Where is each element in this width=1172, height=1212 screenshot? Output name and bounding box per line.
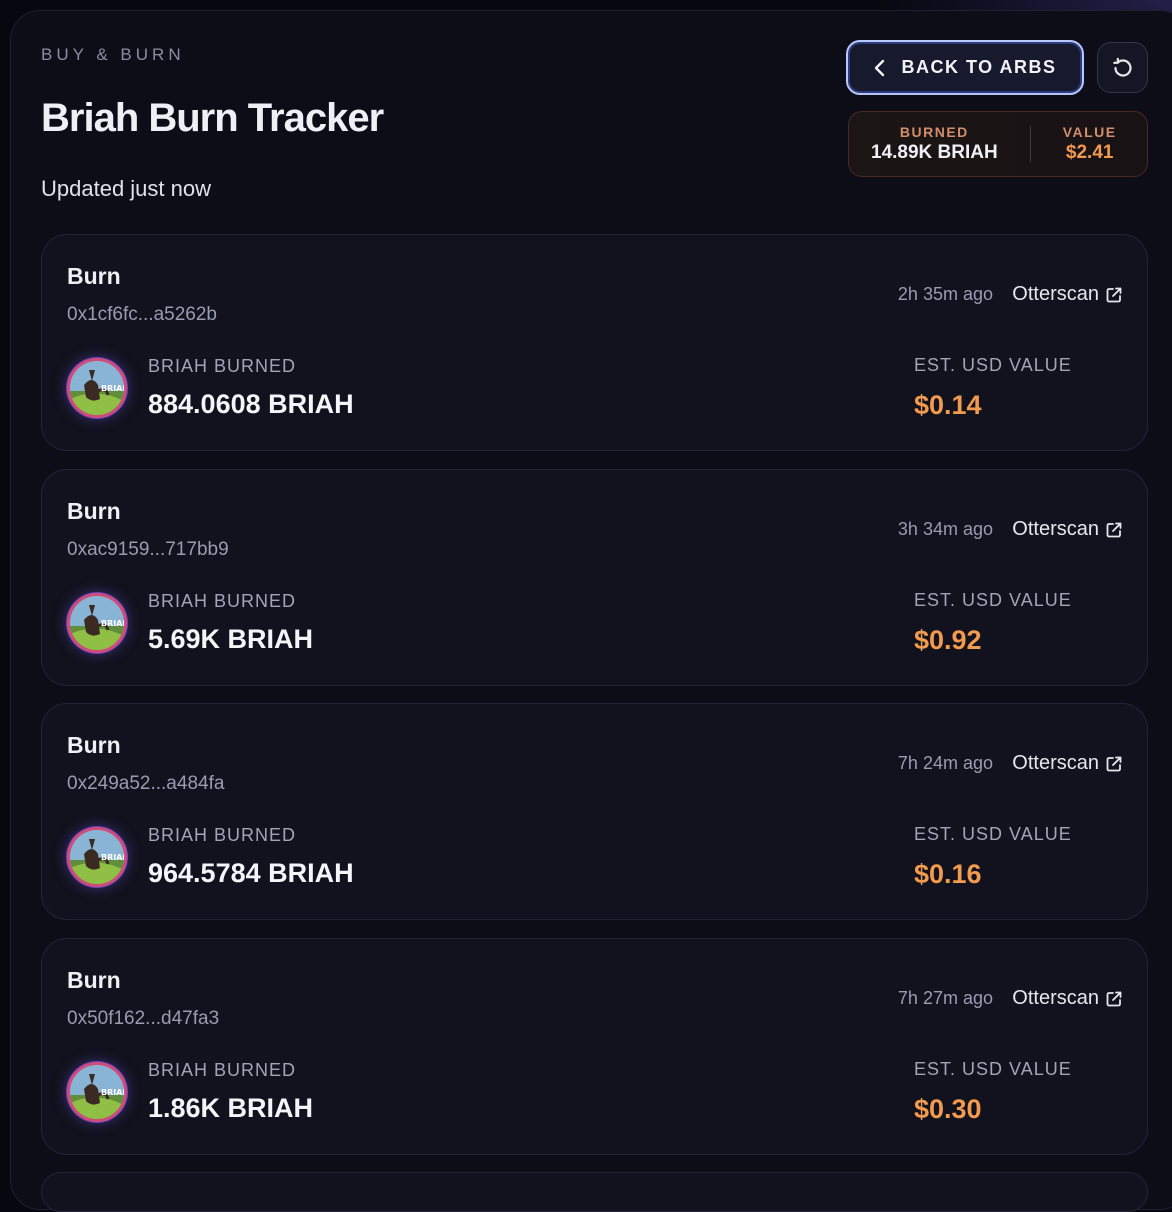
tx-hash: 0x50f162...d47fa3 bbox=[67, 1008, 220, 1029]
back-button-label: BACK TO ARBS bbox=[901, 57, 1057, 77]
otterscan-link-label: Otterscan bbox=[1012, 518, 1099, 540]
burn-card: Burn 0xac9159...717bb9 3h 34m ago Otters… bbox=[41, 469, 1148, 686]
otterscan-link[interactable]: Otterscan bbox=[1012, 987, 1123, 1010]
usd-value: $0.30 bbox=[914, 1094, 982, 1124]
briah-burned-amount: 1.86K BRIAH bbox=[148, 1093, 314, 1123]
briah-burned-label: BRIAH BURNED bbox=[148, 591, 297, 611]
back-to-arbs-button[interactable]: BACK TO ARBS bbox=[846, 40, 1084, 95]
external-link-icon bbox=[1106, 522, 1122, 537]
usd-value-label: EST. USD VALUE bbox=[914, 590, 1072, 610]
summary-burned-value: 14.89K BRIAH bbox=[871, 142, 998, 163]
summary-value-amount: $2.41 bbox=[1065, 142, 1114, 163]
summary-value-label: VALUE bbox=[1062, 124, 1117, 140]
burn-type: Burn bbox=[67, 498, 121, 524]
summary-burned: BURNED 14.89K BRIAH bbox=[871, 124, 998, 164]
briah-burned-label: BRIAH BURNED bbox=[148, 825, 297, 845]
section-eyebrow: BUY & BURN bbox=[41, 45, 185, 64]
burn-summary-badge: BURNED 14.89K BRIAH VALUE $2.41 bbox=[848, 111, 1148, 177]
tx-hash: 0x249a52...a484fa bbox=[67, 773, 225, 794]
burn-time: 7h 24m ago bbox=[897, 753, 993, 773]
burn-card: Burn 0x50f162...d47fa3 7h 27m ago Otters… bbox=[41, 938, 1148, 1155]
external-link-icon bbox=[1106, 991, 1122, 1006]
briah-token-avatar: BRIAH bbox=[67, 1062, 127, 1122]
otterscan-link-label: Otterscan bbox=[1012, 987, 1099, 1009]
otterscan-link[interactable]: Otterscan bbox=[1012, 752, 1123, 775]
briah-burned-amount: 964.5784 BRIAH bbox=[148, 858, 354, 888]
summary-burned-label: BURNED bbox=[899, 124, 969, 140]
briah-burned-amount: 5.69K BRIAH bbox=[148, 624, 314, 654]
chevron-left-icon bbox=[875, 59, 885, 76]
tx-hash: 0xac9159...717bb9 bbox=[67, 539, 229, 560]
svg-text:BRIAH: BRIAH bbox=[101, 384, 124, 393]
briah-token-avatar: BRIAH bbox=[67, 358, 127, 418]
svg-text:BRIAH: BRIAH bbox=[101, 1088, 124, 1097]
burn-type: Burn bbox=[67, 967, 121, 993]
external-link-icon bbox=[1106, 287, 1122, 302]
burn-time: 7h 27m ago bbox=[897, 988, 993, 1008]
burn-card: Burn 0x1cf6fc...a5262b 2h 35m ago Otters… bbox=[41, 234, 1148, 451]
summary-value: VALUE $2.41 bbox=[1063, 124, 1117, 164]
tx-hash: 0x1cf6fc...a5262b bbox=[67, 304, 217, 325]
burn-type: Burn bbox=[67, 732, 121, 758]
external-link-icon bbox=[1106, 756, 1122, 771]
burn-time: 3h 34m ago bbox=[897, 519, 993, 539]
otterscan-link-label: Otterscan bbox=[1012, 283, 1099, 305]
updated-status: Updated just now bbox=[41, 176, 211, 201]
burn-time: 2h 35m ago bbox=[897, 284, 993, 304]
svg-text:BRIAH: BRIAH bbox=[101, 619, 124, 628]
burn-card: Burn 0x249a52...a484fa 7h 24m ago Otters… bbox=[41, 703, 1148, 920]
burn-card-partial bbox=[41, 1172, 1148, 1212]
otterscan-link[interactable]: Otterscan bbox=[1012, 518, 1123, 541]
usd-value: $0.14 bbox=[914, 390, 982, 420]
refresh-icon bbox=[1112, 57, 1132, 77]
otterscan-link-label: Otterscan bbox=[1012, 752, 1099, 774]
usd-value-label: EST. USD VALUE bbox=[914, 355, 1072, 375]
refresh-button[interactable] bbox=[1097, 42, 1148, 93]
briah-token-avatar: BRIAH bbox=[67, 827, 127, 887]
burn-type: Burn bbox=[67, 263, 121, 289]
usd-value: $0.92 bbox=[914, 625, 982, 655]
svg-text:BRIAH: BRIAH bbox=[101, 853, 124, 862]
briah-burned-label: BRIAH BURNED bbox=[148, 1060, 297, 1080]
usd-value-label: EST. USD VALUE bbox=[914, 824, 1072, 844]
usd-value: $0.16 bbox=[914, 859, 982, 889]
briah-burned-label: BRIAH BURNED bbox=[148, 356, 297, 376]
briah-burned-amount: 884.0608 BRIAH bbox=[148, 389, 354, 419]
briah-token-avatar: BRIAH bbox=[67, 593, 127, 653]
usd-value-label: EST. USD VALUE bbox=[914, 1059, 1072, 1079]
otterscan-link[interactable]: Otterscan bbox=[1012, 283, 1123, 306]
page-title: Briah Burn Tracker bbox=[41, 96, 384, 140]
summary-divider bbox=[1029, 126, 1031, 162]
